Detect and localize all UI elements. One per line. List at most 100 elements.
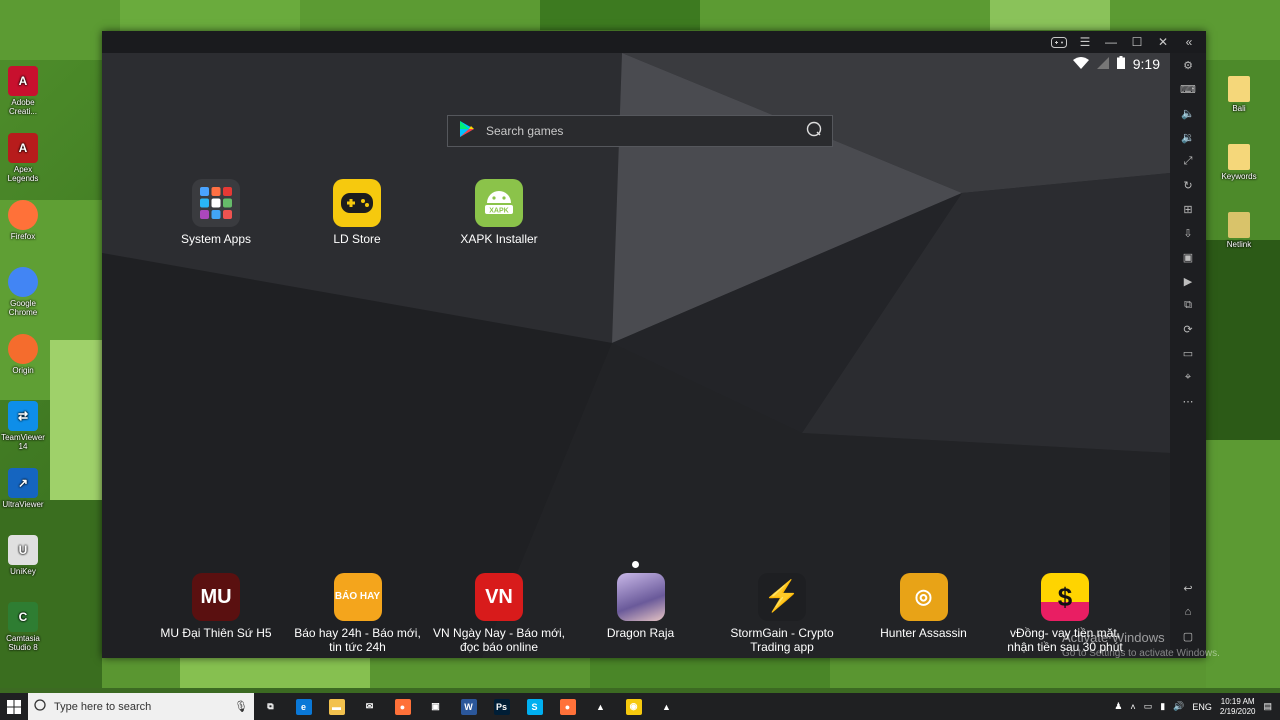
search-icon[interactable]: [806, 121, 822, 142]
add-app-icon[interactable]: ⊞: [1176, 197, 1200, 221]
dock-app[interactable]: ◎ Hunter Assassin: [854, 573, 994, 640]
desktop-icon[interactable]: A Apex Legends: [0, 133, 46, 183]
taskbar-firefox-icon[interactable]: ●: [386, 693, 419, 720]
folder-grid-icon: [192, 179, 240, 227]
desktop-icon[interactable]: C Camtasia Studio 8: [0, 602, 46, 652]
taskbar-clock[interactable]: 10:19 AM 2/19/2020: [1220, 697, 1256, 717]
volume-down-icon[interactable]: 🔉: [1176, 125, 1200, 149]
dock-app-icon: $: [1041, 573, 1089, 621]
desktop-app-icon: [8, 334, 38, 364]
taskbar-glyph: ⧉: [267, 701, 274, 711]
start-button[interactable]: [0, 693, 28, 720]
taskbar-app-glyph: ◉: [625, 698, 642, 715]
taskbar-app-glyph: ●: [394, 698, 411, 715]
dock-app[interactable]: ⚡ StormGain - Crypto Trading app: [712, 573, 852, 654]
notifications-icon[interactable]: ▤: [1263, 701, 1272, 712]
back-icon[interactable]: ↩: [1176, 576, 1200, 600]
maximize-icon[interactable]: ☐: [1126, 32, 1148, 52]
install-apk-icon[interactable]: ⇩: [1176, 221, 1200, 245]
desktop-app-icon: ↗: [8, 468, 38, 498]
taskbar-glyph: ●: [564, 701, 571, 712]
dock-app[interactable]: VN VN Ngày Nay - Báo mới, đọc báo online: [429, 573, 569, 654]
collapse-sidebar-icon[interactable]: «: [1178, 32, 1200, 52]
fullscreen-icon[interactable]: ⤢: [1176, 149, 1200, 173]
menu-icon[interactable]: ☰: [1074, 32, 1096, 52]
recent-apps-icon[interactable]: ▢: [1176, 624, 1200, 648]
volume-up-icon[interactable]: 🔈: [1176, 101, 1200, 125]
gamepad-icon[interactable]: [1048, 32, 1070, 52]
dock-app-badge: ◎: [914, 586, 933, 608]
more-icon[interactable]: ⋯: [1176, 389, 1200, 413]
taskbar-file-explorer-icon[interactable]: ▬: [320, 693, 353, 720]
desktop-icon-glyph: U: [18, 542, 28, 557]
desktop-icon[interactable]: Google Chrome: [0, 267, 46, 317]
dock-app[interactable]: BÁO HAY Báo hay 24h - Báo mới, tin tức 24…: [288, 573, 428, 654]
people-icon[interactable]: ♟: [1114, 701, 1122, 712]
dock-app-badge: VN: [485, 586, 513, 608]
taskbar-app-glyph: ▲: [658, 698, 675, 715]
desktop-icon[interactable]: U UniKey: [0, 535, 46, 576]
android-icon: XAPK: [475, 179, 523, 227]
activate-windows-subtitle: Go to Settings to activate Windows.: [1062, 648, 1220, 659]
desktop-icon[interactable]: Origin: [0, 334, 46, 375]
taskbar-firefox-2-icon[interactable]: ●: [551, 693, 584, 720]
microphone-icon[interactable]: 🎙: [234, 700, 248, 713]
taskbar-emulator-icon[interactable]: ▲: [650, 693, 683, 720]
desktop-icon[interactable]: A Adobe Creati...: [0, 66, 46, 116]
dock-app-label: StormGain - Crypto Trading app: [730, 626, 834, 654]
folder-icon: [1228, 76, 1250, 102]
desktop-app-icon: ⇄: [8, 401, 38, 431]
page-indicator-dot: [632, 561, 639, 568]
settings-icon[interactable]: ⚙: [1176, 53, 1200, 77]
screenshot-icon[interactable]: ▣: [1176, 245, 1200, 269]
tray-up-icon[interactable]: ˄: [1130, 702, 1135, 712]
taskbar-photoshop-icon[interactable]: Ps: [485, 693, 518, 720]
home-app[interactable]: LD Store: [287, 179, 427, 246]
sync-icon[interactable]: ⟳: [1176, 317, 1200, 341]
record-icon[interactable]: ▶: [1176, 269, 1200, 293]
minimize-icon[interactable]: —: [1100, 32, 1122, 52]
home-app[interactable]: XAPK XAPK Installer: [429, 179, 569, 246]
taskbar-word-doc-icon[interactable]: W: [452, 693, 485, 720]
battery-tray-icon[interactable]: ▮: [1160, 701, 1165, 712]
language-indicator[interactable]: ENG: [1192, 702, 1212, 712]
dock-app-badge: MU: [200, 586, 232, 608]
taskbar-glyph: ✉: [365, 701, 374, 711]
taskbar-apex-icon[interactable]: ▲: [584, 693, 617, 720]
taskbar-skype-icon[interactable]: S: [518, 693, 551, 720]
home-app-label: System Apps: [180, 232, 252, 246]
dock-app[interactable]: MU MU Đại Thiên Sứ H5: [146, 573, 286, 640]
network-icon[interactable]: ▭: [1144, 701, 1153, 712]
multi-instance-icon[interactable]: ⧉: [1176, 293, 1200, 317]
desktop-icon[interactable]: ⇄ TeamViewer 14: [0, 401, 46, 451]
location-icon[interactable]: ⌖: [1176, 365, 1200, 389]
home-icon[interactable]: ⌂: [1176, 600, 1200, 624]
desktop-app-icon: A: [8, 133, 38, 163]
folder-icon[interactable]: ▭: [1176, 341, 1200, 365]
dock-app-icon: MU: [192, 573, 240, 621]
desktop-icon[interactable]: ↗ UltraViewer: [0, 468, 46, 509]
speaker-icon[interactable]: 🔊: [1173, 701, 1184, 712]
taskbar-search[interactable]: Type here to search 🎙: [28, 693, 254, 720]
dock-app[interactable]: Dragon Raja: [571, 573, 711, 640]
rotate-icon[interactable]: ↻: [1176, 173, 1200, 197]
taskbar-app-glyph: ●: [559, 698, 576, 715]
desktop-folder[interactable]: Keywords: [1216, 144, 1262, 181]
search-games-bar[interactable]: Search games: [447, 115, 833, 147]
taskbar-store-icon[interactable]: ▣: [419, 693, 452, 720]
activate-windows-title: Activate Windows: [1062, 630, 1165, 645]
taskbar-app-glyph: S: [526, 698, 543, 715]
keyboard-icon[interactable]: ⌨: [1176, 77, 1200, 101]
taskbar-ldplayer-icon[interactable]: ◉: [617, 693, 650, 720]
dock-app-label: Hunter Assassin: [880, 626, 967, 640]
desktop-icon[interactable]: Firefox: [0, 200, 46, 241]
close-icon[interactable]: ✕: [1152, 32, 1174, 52]
taskbar-edge-icon[interactable]: e: [287, 693, 320, 720]
desktop-folder[interactable]: Bali: [1216, 76, 1262, 113]
taskbar-task-view-icon[interactable]: ⧉: [254, 693, 287, 720]
home-app[interactable]: System Apps: [146, 179, 286, 246]
desktop-icon-label: UniKey: [10, 567, 36, 576]
taskbar-mail-icon[interactable]: ✉: [353, 693, 386, 720]
desktop-icon-label: Apex Legends: [7, 165, 39, 183]
desktop-folder[interactable]: Netlink: [1216, 212, 1262, 249]
